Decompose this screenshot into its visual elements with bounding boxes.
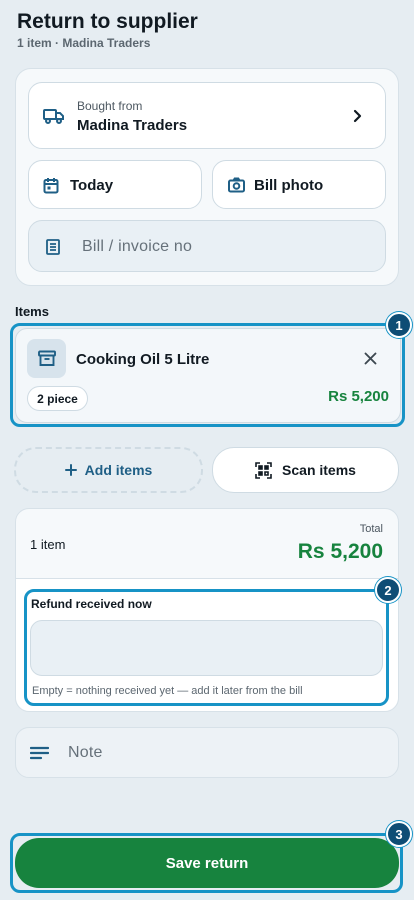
- chevron-right-icon: [353, 109, 363, 123]
- page-title: Return to supplier: [17, 10, 198, 33]
- supplier-name: Madina Traders: [77, 117, 188, 134]
- refund-amount-input[interactable]: [30, 620, 383, 676]
- note-placeholder: Note: [68, 744, 103, 761]
- plus-icon: [64, 464, 77, 476]
- supplier-label: Bought from: [77, 99, 143, 113]
- supplier-selector[interactable]: Bought from Madina Traders: [28, 82, 386, 149]
- total-label: Total: [359, 523, 383, 535]
- item-price: Rs 5,200: [328, 388, 389, 405]
- item-name: Cooking Oil 5 Litre: [76, 351, 210, 368]
- calendar-icon: [43, 177, 59, 194]
- add-items-button[interactable]: Add items: [14, 447, 203, 493]
- step-marker-2: 2: [375, 577, 401, 603]
- date-label: Today: [70, 177, 114, 194]
- save-return-button[interactable]: Save return: [15, 838, 399, 888]
- bill-photo-button[interactable]: Bill photo: [212, 160, 386, 209]
- notes-icon: [30, 746, 49, 760]
- invoice-number-field[interactable]: Bill / invoice no: [28, 220, 386, 272]
- truck-icon: [43, 106, 65, 126]
- page-subtitle: 1 item · Madina Traders: [17, 36, 151, 50]
- refund-label: Refund received now: [31, 597, 152, 611]
- date-button[interactable]: Today: [28, 160, 202, 209]
- note-field[interactable]: Note: [15, 727, 399, 778]
- receipt-icon: [46, 239, 60, 255]
- refund-hint: Empty = nothing received yet — add it la…: [32, 685, 303, 697]
- item-thumbnail: [27, 339, 66, 378]
- camera-icon: [228, 177, 245, 193]
- step-marker-1: 1: [386, 312, 412, 338]
- step-marker-3: 3: [386, 821, 412, 847]
- total-value: Rs 5,200: [297, 540, 383, 563]
- item-quantity[interactable]: 2 piece: [27, 386, 88, 411]
- bill-photo-label: Bill photo: [254, 177, 324, 194]
- items-section-label: Items: [15, 304, 49, 319]
- invoice-placeholder: Bill / invoice no: [82, 238, 193, 255]
- remove-item-icon[interactable]: [364, 352, 377, 365]
- item-count: 1 item: [30, 537, 66, 552]
- archive-box-icon: [37, 350, 56, 367]
- qr-scan-icon: [255, 461, 272, 479]
- add-items-label: Add items: [84, 462, 153, 478]
- scan-items-label: Scan items: [282, 462, 356, 478]
- scan-items-button[interactable]: Scan items: [212, 447, 399, 493]
- list-item[interactable]: Cooking Oil 5 Litre 2 piece Rs 5,200: [15, 328, 401, 423]
